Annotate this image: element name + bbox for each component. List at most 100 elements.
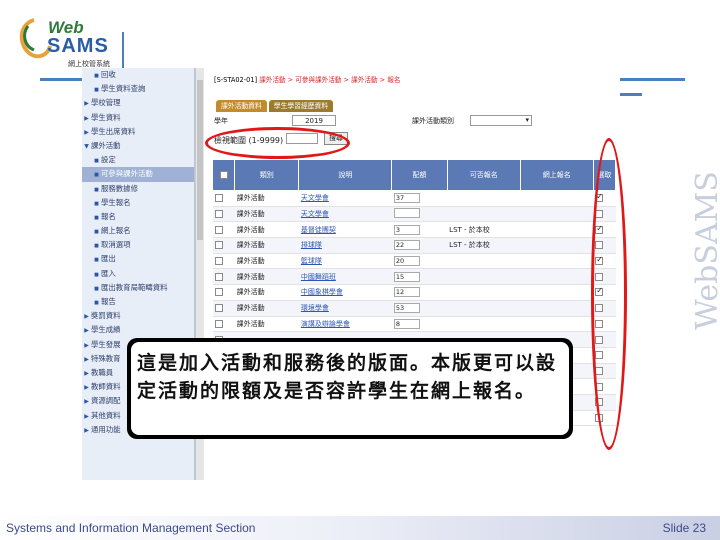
bullet-icon: ■ [94,186,99,193]
activity-type-select[interactable]: ▾ [470,115,532,126]
cell-desc[interactable]: 基督徒團契 [298,221,392,239]
cell-type: 課外活動 [234,284,299,301]
row-checkbox[interactable] [214,288,223,297]
col-header-portal[interactable]: 可否報名 [446,159,521,191]
sidebar-item[interactable]: ■ 匯入 [82,267,194,281]
quota-input[interactable]: 37 [393,193,420,204]
collapsed-arrow-icon: ▶ [84,412,89,420]
sidebar-item[interactable]: ■ 取消選項 [82,238,194,252]
quota-input[interactable]: 12 [393,287,420,298]
breadcrumb-path[interactable]: 課外活動 > 可參與課外活動 > 課外活動 > 報名 [259,76,400,84]
cell-desc[interactable]: 天文學會 [298,190,392,207]
cell-desc[interactable]: 籃球隊 [298,253,392,270]
row-checkbox[interactable] [214,304,223,313]
cell-online [520,237,594,254]
row-checkbox-cell [212,253,235,270]
cell-desc[interactable]: 演講及辯論學會 [298,316,392,333]
cell-type: 課外活動 [234,206,299,223]
table-row: 課外活動 天文學會 [212,206,616,223]
sidebar-item-label: 學生發展 [91,339,121,349]
cell-quota: 53 [391,300,448,317]
quota-input[interactable]: 15 [393,271,420,282]
sidebar-item-label: 學生出席資料 [91,126,136,136]
sidebar-item[interactable]: ■ 學生報名 [82,196,194,210]
bullet-icon: ■ [94,257,99,264]
sidebar-item[interactable]: ■ 匯出 [82,252,194,266]
col-header-online[interactable]: 網上報名 [519,159,594,191]
quota-input[interactable] [393,208,420,219]
sidebar-item[interactable]: ▼ 課外活動 [82,139,194,153]
col-header-quota[interactable]: 配額 [391,159,448,191]
bullet-icon: ■ [94,172,99,179]
sidebar-item[interactable]: ▶ 學生出席資料 [82,125,194,139]
cell-type: 課外活動 [234,316,299,333]
row-checkbox[interactable] [214,225,223,234]
cell-desc[interactable]: 天文學會 [298,206,392,223]
sidebar-item-label: 學生資料查詢 [101,84,146,94]
quota-input[interactable]: 3 [393,224,420,235]
title-rule-accent [620,93,642,96]
sidebar-item[interactable]: ■ 學生資料查詢 [82,82,194,96]
row-checkbox[interactable] [214,210,223,219]
sidebar-item[interactable]: ■ 網上報名 [82,224,194,238]
table-row: 課外活動 基督徒團契 3 LST - 於本校 [212,221,616,239]
sidebar-item[interactable]: ■ 回收 [82,68,194,82]
sidebar-item[interactable]: ■ 報告 [82,295,194,309]
cell-online [520,190,594,207]
row-checkbox[interactable] [214,194,223,203]
tab-learning-experience[interactable]: 學生學習經歷資料 [268,100,334,112]
sidebar-item-label: 取消選項 [101,240,131,250]
cell-portal [447,284,521,301]
col-header-type[interactable]: 類別 [234,159,300,191]
cell-desc[interactable]: 排球隊 [298,237,392,254]
col-header-desc[interactable]: 說明 [298,159,393,191]
sidebar-item-label: 通用功能 [91,424,121,434]
quota-input[interactable]: 8 [393,318,420,329]
cell-type: 課外活動 [234,300,299,317]
sidebar-item-label: 特殊教育 [91,353,121,363]
breadcrumb: [S-STA02-01] 課外活動 > 可參與課外活動 > 課外活動 > 報名 [214,74,400,84]
table-row: 課外活動 中國象棋學會 12 [212,284,616,301]
sidebar-item[interactable]: ▶ 學校管理 [82,96,194,110]
row-checkbox[interactable] [214,257,223,266]
sidebar-item-label: 獎罰資料 [91,311,121,321]
sidebar-item[interactable]: ■ 匯出教育局範疇資料 [82,281,194,295]
cell-desc[interactable]: 中國舞蹈班 [298,268,392,286]
collapsed-arrow-icon: ▶ [84,398,89,406]
quota-input[interactable]: 53 [393,303,420,314]
cell-desc[interactable]: 中國象棋學會 [298,284,392,301]
cell-desc[interactable]: 環境學會 [298,300,392,317]
collapsed-arrow-icon: ▶ [84,313,89,321]
sidebar-item-label: 設定 [101,155,116,165]
quota-input[interactable]: 20 [393,256,420,267]
collapsed-arrow-icon: ▶ [84,327,89,335]
bullet-icon: ■ [94,158,99,165]
row-checkbox-cell [212,284,235,301]
bullet-icon: ■ [94,285,99,292]
sidebar-item[interactable]: ■ 設定 [82,153,194,167]
expanded-arrow-icon: ▼ [84,142,89,150]
row-checkbox[interactable] [214,319,223,328]
sidebar-item-label: 教職員 [91,367,114,377]
tab-activity-info[interactable]: 課外活動資料 [216,100,267,112]
year-field[interactable]: 2019 [292,115,336,126]
collapsed-arrow-icon: ▶ [84,384,89,392]
sidebar-item[interactable]: ▶ 學生成績 [82,323,194,337]
sidebar-item-label: 學校管理 [91,98,121,108]
cell-quota: 15 [391,268,448,286]
row-checkbox[interactable] [214,272,223,281]
sidebar-item[interactable]: ■ 服務數據修 [82,182,194,196]
bullet-icon: ■ [94,200,99,207]
bullet-icon: ■ [94,243,99,250]
row-checkbox[interactable] [214,241,223,250]
select-all-checkbox[interactable] [219,171,228,179]
quota-input[interactable]: 22 [393,240,420,251]
sidebar-item[interactable]: ■ 報名 [82,210,194,224]
logo-sams-text: SAMS [47,35,109,57]
scrollbar-thumb[interactable] [197,80,203,240]
sidebar-item[interactable]: ▶ 學生資料 [82,111,194,125]
collapsed-arrow-icon: ▶ [84,341,89,349]
cell-portal [447,190,521,207]
sidebar-item[interactable]: ▶ 獎罰資料 [82,309,194,323]
sidebar-item[interactable]: ■ 可參與課外活動 [82,167,194,182]
